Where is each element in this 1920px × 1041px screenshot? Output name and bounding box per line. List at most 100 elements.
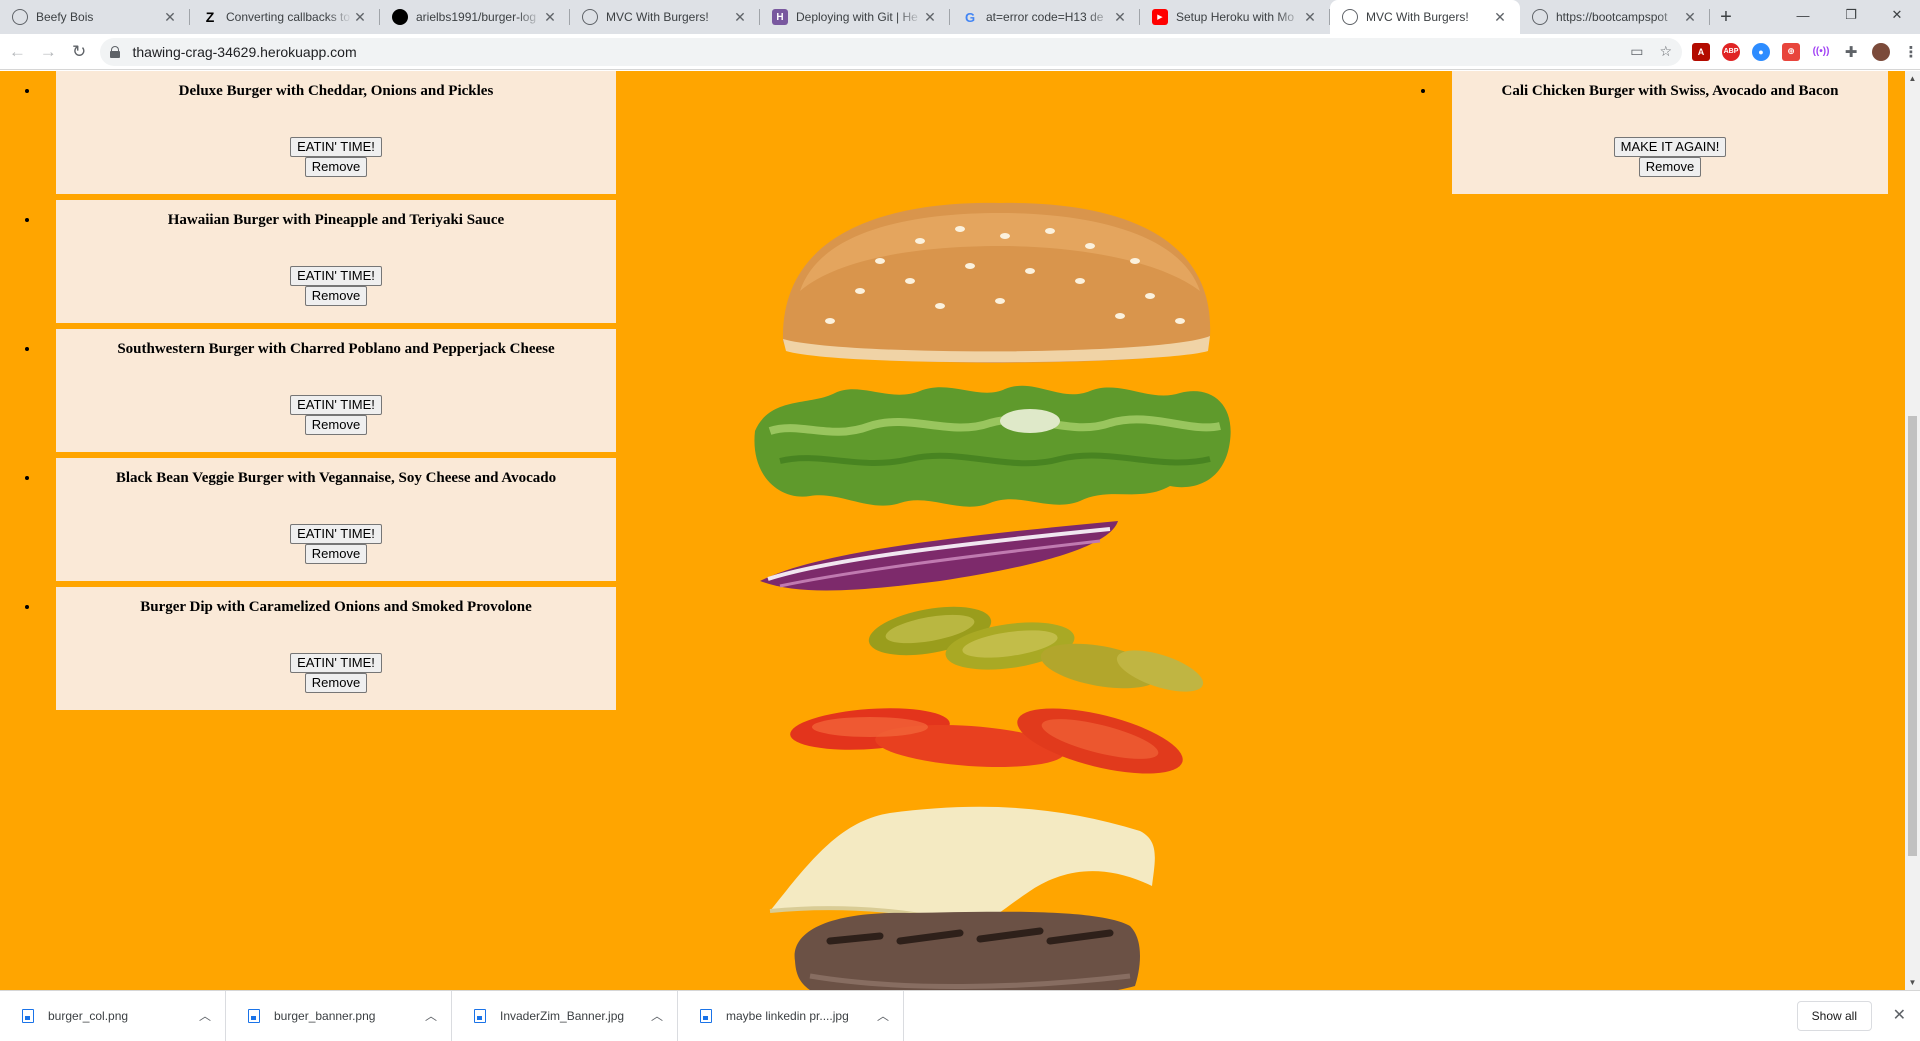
- scroll-down-icon[interactable]: ▼: [1908, 978, 1917, 987]
- zoom-icon[interactable]: ●: [1752, 42, 1771, 61]
- image-file-icon: [248, 1008, 260, 1023]
- close-icon[interactable]: ✕: [1682, 9, 1698, 26]
- extension-badge-icon[interactable]: ⊕: [1782, 42, 1801, 61]
- avatar[interactable]: [1872, 42, 1891, 61]
- tab-strip: Beefy Bois ✕ Z Converting callbacks to ✕…: [0, 0, 1920, 34]
- close-icon[interactable]: ✕: [1492, 9, 1508, 26]
- image-file-icon: [474, 1008, 486, 1023]
- remove-button[interactable]: Remove: [304, 157, 368, 177]
- remove-button[interactable]: Remove: [304, 415, 368, 435]
- tomato-icon: [790, 708, 1183, 774]
- download-filename: InvaderZim_Banner.jpg: [500, 1008, 625, 1023]
- download-item[interactable]: burger_banner.png ︿: [226, 990, 452, 1041]
- url-text: thawing-crag-34629.herokuapp.com: [132, 43, 357, 60]
- address-bar[interactable]: thawing-crag-34629.herokuapp.com ▭ ☆: [100, 37, 1683, 66]
- minimize-icon[interactable]: —: [1780, 0, 1826, 30]
- acrobat-icon[interactable]: A: [1692, 42, 1711, 61]
- close-icon[interactable]: ✕: [1302, 9, 1318, 26]
- tab-youtube-heroku[interactable]: ▶ Setup Heroku with Mo ✕: [1140, 0, 1330, 34]
- youtube-icon: ▶: [1152, 9, 1168, 25]
- remove-button[interactable]: Remove: [304, 544, 368, 564]
- close-window-icon[interactable]: ✕: [1874, 0, 1920, 30]
- download-item[interactable]: maybe linkedin pr....jpg ︿: [678, 990, 904, 1041]
- image-file-icon: [22, 1008, 34, 1023]
- puzzle-extensions-icon[interactable]: ✚: [1842, 42, 1861, 61]
- tab-mvc-burgers[interactable]: MVC With Burgers! ✕: [570, 0, 760, 34]
- onion-icon: [760, 521, 1118, 591]
- tab-beefy-bois[interactable]: Beefy Bois ✕: [0, 0, 190, 34]
- image-file-icon: [700, 1008, 712, 1023]
- list-item: Southwestern Burger with Charred Poblano…: [40, 329, 616, 452]
- eat-burger-button[interactable]: EATIN' TIME!: [290, 395, 382, 415]
- tab-title: Deploying with Git | He: [796, 10, 918, 24]
- new-tab-button[interactable]: +: [1710, 0, 1742, 34]
- burger-card: Burger Dip with Caramelized Onions and S…: [56, 587, 616, 710]
- scrollbar-thumb[interactable]: [1908, 416, 1917, 856]
- eat-burger-button[interactable]: EATIN' TIME!: [290, 524, 382, 544]
- tab-converting-callbacks[interactable]: Z Converting callbacks to ✕: [190, 0, 380, 34]
- tab-mvc-burgers-active[interactable]: MVC With Burgers! ✕: [1330, 0, 1520, 34]
- download-item[interactable]: burger_col.png ︿: [0, 990, 226, 1041]
- make-again-button[interactable]: MAKE IT AGAIN!: [1613, 137, 1727, 157]
- close-icon[interactable]: ✕: [542, 9, 558, 26]
- tab-bootcampspot[interactable]: https://bootcampspot ✕: [1520, 0, 1710, 34]
- extensions-area: A ABP ● ⊕ ((•)) ✚ ⋮: [1692, 42, 1920, 61]
- chevron-up-icon[interactable]: ︿: [651, 1007, 663, 1024]
- burger-card: Hawaiian Burger with Pineapple and Teriy…: [56, 200, 616, 323]
- close-icon[interactable]: ✕: [732, 9, 748, 26]
- burger-name: Hawaiian Burger with Pineapple and Teriy…: [167, 212, 505, 228]
- close-icon[interactable]: ✕: [1893, 1005, 1906, 1025]
- back-arrow-icon[interactable]: ←: [4, 38, 31, 66]
- globe-icon: [582, 9, 598, 25]
- scroll-up-icon[interactable]: ▲: [1908, 74, 1917, 83]
- cheese-icon: [769, 806, 1155, 928]
- download-filename: burger_col.png: [48, 1008, 129, 1023]
- broadcast-icon[interactable]: ((•)): [1812, 42, 1831, 61]
- chevron-up-icon[interactable]: ︿: [199, 1007, 211, 1024]
- eat-burger-button[interactable]: EATIN' TIME!: [290, 653, 382, 673]
- zapier-z-icon: Z: [205, 9, 215, 25]
- remove-button[interactable]: Remove: [304, 673, 368, 693]
- menu-kebab-icon[interactable]: ⋮: [1902, 42, 1920, 61]
- download-item[interactable]: InvaderZim_Banner.jpg ︿: [452, 990, 678, 1041]
- remove-button[interactable]: Remove: [304, 286, 368, 306]
- eat-burger-button[interactable]: EATIN' TIME!: [290, 137, 382, 157]
- browser-toolbar: ← → ↻ thawing-crag-34629.herokuapp.com ▭…: [0, 34, 1920, 70]
- burger-card: Black Bean Veggie Burger with Vegannaise…: [56, 458, 616, 581]
- chevron-up-icon[interactable]: ︿: [425, 1007, 437, 1024]
- download-filename: maybe linkedin pr....jpg: [726, 1008, 849, 1023]
- bookmark-star-icon[interactable]: ☆: [1659, 43, 1672, 60]
- tab-github-burger-log[interactable]: arielbs1991/burger-log ✕: [380, 0, 570, 34]
- restore-icon[interactable]: ❐: [1828, 0, 1874, 30]
- chevron-up-icon[interactable]: ︿: [877, 1007, 889, 1024]
- tab-title: at=error code=H13 de: [986, 10, 1104, 24]
- list-item: Hawaiian Burger with Pineapple and Teriy…: [40, 200, 616, 323]
- tab-title: MVC With Burgers!: [1366, 10, 1469, 24]
- tab-heroku-deploying[interactable]: H Deploying with Git | He ✕: [760, 0, 950, 34]
- adblock-icon[interactable]: ABP: [1722, 42, 1741, 61]
- google-icon: G: [964, 9, 976, 25]
- heroku-icon: H: [772, 9, 788, 25]
- burger-name: Southwestern Burger with Charred Poblano…: [117, 341, 555, 357]
- tab-google-h13[interactable]: G at=error code=H13 de ✕: [950, 0, 1140, 34]
- page-scrollbar[interactable]: ▲ ▼: [1905, 71, 1920, 990]
- tab-title: Converting callbacks to: [226, 10, 351, 24]
- close-icon[interactable]: ✕: [162, 9, 178, 26]
- tab-title: Setup Heroku with Mo: [1176, 10, 1295, 24]
- patty-icon: [794, 911, 1140, 990]
- list-item: Black Bean Veggie Burger with Vegannaise…: [40, 458, 616, 581]
- close-icon[interactable]: ✕: [352, 9, 368, 26]
- list-item: Cali Chicken Burger with Swiss, Avocado …: [1436, 71, 1888, 194]
- close-icon[interactable]: ✕: [1112, 9, 1128, 26]
- download-shelf: burger_col.png ︿ burger_banner.png ︿ Inv…: [0, 990, 1920, 1041]
- lettuce-icon: [754, 385, 1231, 507]
- uneaten-burger-list: Deluxe Burger with Cheddar, Onions and P…: [40, 71, 616, 716]
- list-item: Deluxe Burger with Cheddar, Onions and P…: [40, 71, 616, 194]
- show-all-downloads-button[interactable]: Show all: [1796, 1001, 1872, 1031]
- close-icon[interactable]: ✕: [922, 9, 938, 26]
- forward-arrow-icon[interactable]: →: [35, 38, 62, 66]
- cast-icon[interactable]: ▭: [1630, 43, 1643, 60]
- remove-button[interactable]: Remove: [1638, 157, 1702, 177]
- reload-icon[interactable]: ↻: [66, 38, 93, 66]
- eat-burger-button[interactable]: EATIN' TIME!: [290, 266, 382, 286]
